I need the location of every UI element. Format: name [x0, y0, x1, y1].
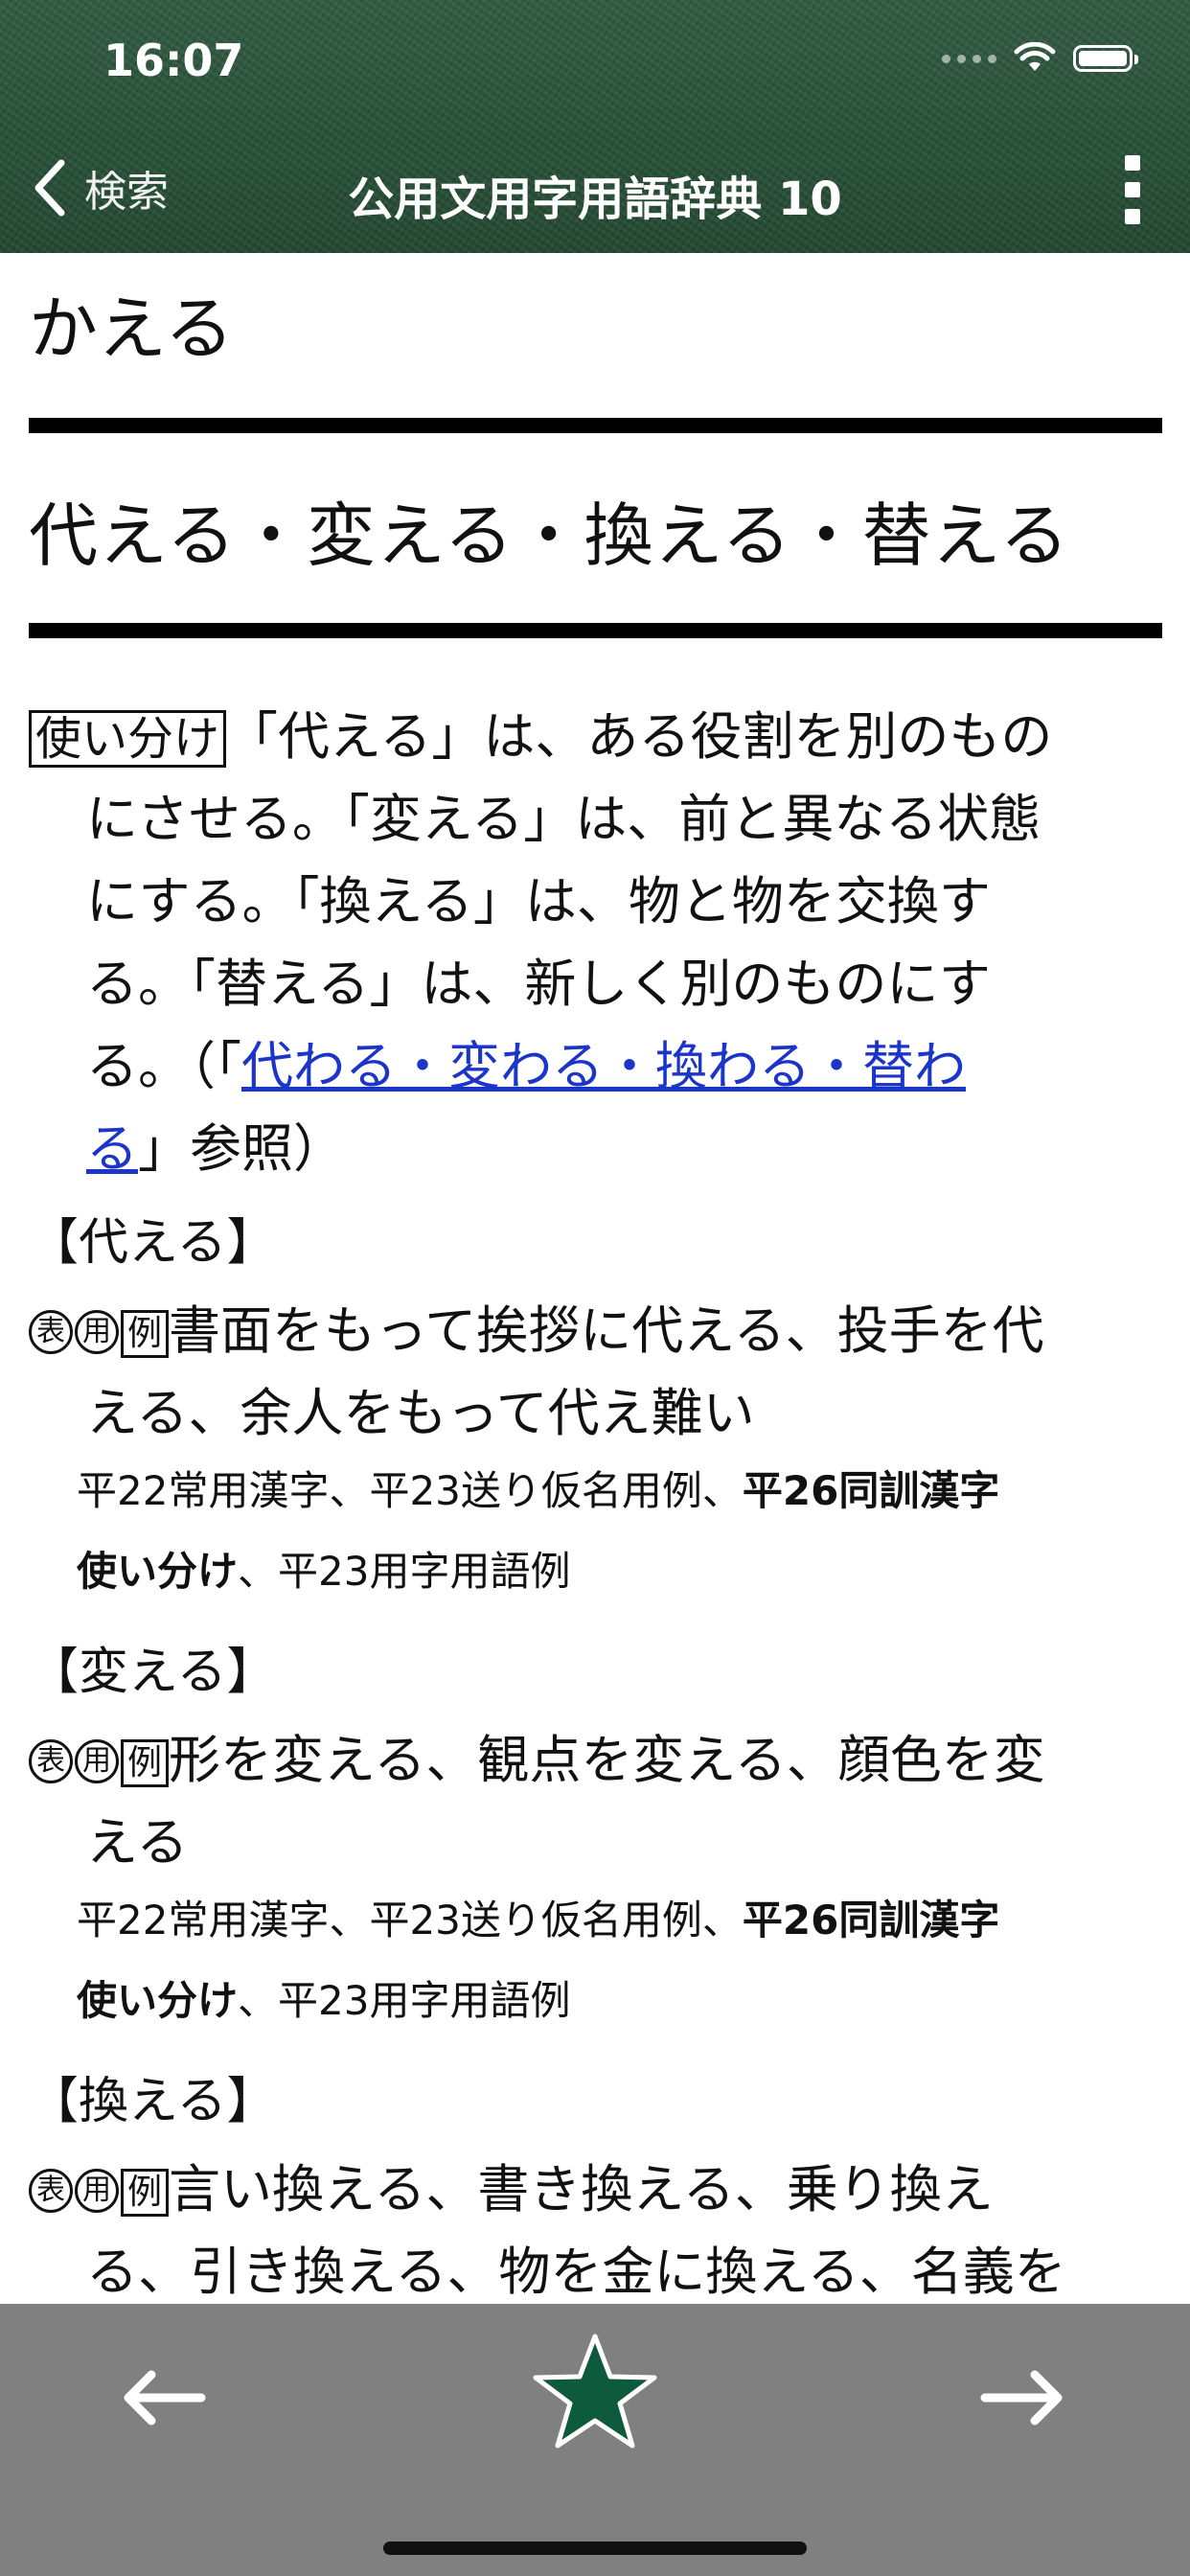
more-menu-button[interactable]: [1113, 155, 1152, 224]
usage-text: 」参照）: [138, 1118, 345, 1179]
arrow-left-icon: [124, 2370, 206, 2426]
rei-mark-icon: 例: [121, 1739, 169, 1788]
source-bold: 使い分け: [77, 1977, 239, 2024]
prev-button[interactable]: [119, 2358, 207, 2442]
battery-icon: [1073, 45, 1138, 72]
source-bold: 使い分け: [77, 1548, 239, 1595]
wifi-icon: [1014, 42, 1056, 71]
status-time: 16:07: [103, 34, 244, 86]
usage-text: る。（「: [86, 1036, 241, 1096]
hyo-mark-icon: 表: [29, 1739, 73, 1784]
page-title: 公用文用字用語辞典 10: [348, 172, 842, 226]
home-indicator: [383, 2542, 807, 2555]
status-icons: [942, 42, 1138, 75]
entry-headword: 代える・変える・換える・替える: [29, 495, 1070, 576]
usage-marks: 表 用 例: [29, 2169, 169, 2218]
star-icon: [533, 2334, 657, 2449]
source-text: 、平23用字用語例: [238, 1977, 571, 2024]
usage-label: 使い分け: [29, 710, 227, 768]
menu-dot-icon: [1125, 209, 1140, 224]
yo-mark-icon: 用: [75, 1739, 119, 1784]
example-block: 表 用 例 言い換える、書き換える、乗り換え る、引き換える、物を金に換える、名…: [29, 2149, 1159, 2313]
usage-text: 「代える」は、ある役割を別のもの: [226, 706, 1053, 767]
divider: [29, 623, 1162, 638]
source-text: 平22常用漢字、平23送り仮名用例、: [77, 1897, 743, 1944]
usage-text: にする。「換える」は、物と物を交換す: [86, 871, 991, 932]
usage-marks: 表 用 例: [29, 1310, 169, 1359]
favorite-button[interactable]: [530, 2331, 660, 2455]
next-button[interactable]: [979, 2358, 1067, 2442]
rei-mark-icon: 例: [121, 1310, 169, 1359]
example-text: 書面をもって挨拶に代える、投手を代: [169, 1300, 1044, 1361]
hyo-mark-icon: 表: [29, 1310, 73, 1355]
rei-mark-icon: 例: [121, 2169, 169, 2218]
signal-icon: [942, 54, 996, 63]
section-title: 【変える】: [29, 1644, 277, 1701]
section-title: 【換える】: [29, 2073, 277, 2130]
yo-mark-icon: 用: [75, 2169, 119, 2214]
hyo-mark-icon: 表: [29, 2169, 73, 2214]
source-list: 平22常用漢字、平23送り仮名用例、平26同訓漢字 使い分け、平23用字用語例: [77, 1451, 1159, 1612]
example-text: える、余人をもって代え難い: [86, 1383, 755, 1443]
arrow-right-icon: [980, 2370, 1063, 2426]
source-list: 平22常用漢字、平23送り仮名用例、平26同訓漢字 使い分け、平23用字用語例: [77, 1880, 1159, 2041]
usage-text: る。「替える」は、新しく別のものにす: [86, 954, 991, 1014]
yo-mark-icon: 用: [75, 1310, 119, 1355]
usage-marks: 表 用 例: [29, 1739, 169, 1788]
menu-dot-icon: [1125, 182, 1140, 197]
example-block: 表 用 例 書面をもって挨拶に代える、投手を代 える、余人をもって代え難い: [29, 1290, 1159, 1455]
example-text: る、引き換える、物を金に換える、名義を: [86, 2242, 1066, 2302]
navigation-header: 16:07 検索 公用文用字用語辞典 10: [0, 0, 1190, 253]
usage-note: 使い分け 「代える」は、ある役割を別のもの にさせる。「変える」は、前と異なる状態…: [29, 696, 1150, 1190]
section-title: 【代える】: [29, 1214, 277, 1272]
source-bold: 平26同訓漢字: [742, 1897, 1000, 1944]
source-text: 平22常用漢字、平23送り仮名用例、: [77, 1467, 743, 1514]
source-bold: 平26同訓漢字: [742, 1467, 1000, 1514]
source-text: 、平23用字用語例: [238, 1548, 571, 1595]
menu-dot-icon: [1125, 155, 1140, 171]
bottom-toolbar: [0, 2304, 1190, 2576]
example-text: 言い換える、書き換える、乗り換え: [169, 2159, 994, 2220]
cross-reference-link[interactable]: 代わる・変わる・換わる・替わ: [241, 1036, 966, 1096]
usage-text: にさせる。「変える」は、前と異なる状態: [86, 789, 1041, 849]
entry-reading: かえる: [29, 288, 234, 369]
cross-reference-link[interactable]: る: [86, 1118, 138, 1179]
example-block: 表 用 例 形を変える、観点を変える、顔色を変 える: [29, 1719, 1159, 1884]
example-text: 形を変える、観点を変える、顔色を変: [169, 1730, 1045, 1790]
example-text: える: [86, 1812, 189, 1873]
divider: [29, 418, 1162, 433]
